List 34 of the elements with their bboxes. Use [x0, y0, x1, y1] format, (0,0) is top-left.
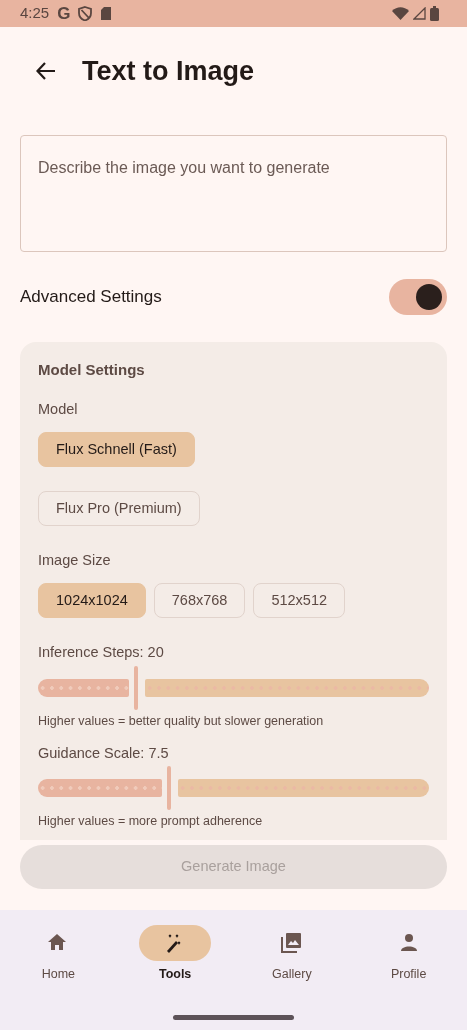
gallery-icon — [280, 932, 303, 954]
model-chip[interactable]: Flux Pro (Premium) — [38, 491, 200, 527]
field-label: Image Size — [38, 551, 112, 571]
slider[interactable] — [38, 766, 429, 811]
slider-thumb[interactable] — [167, 766, 171, 811]
settings-label: Advanced Settings — [20, 286, 162, 309]
model-chip[interactable]: Flux Schnell (Fast) — [38, 432, 195, 468]
nav-item[interactable]: Home — [0, 925, 117, 1030]
home-indicator[interactable] — [173, 1015, 294, 1020]
field-label: Model — [38, 399, 79, 419]
size-chip[interactable]: 1024x1024 — [38, 583, 146, 618]
slider-hint: Higher values = more prompt adherence — [38, 813, 264, 831]
section-title: Model Settings — [38, 360, 146, 380]
page-title: Text to Image — [82, 54, 255, 88]
toggle-switch[interactable] — [389, 279, 447, 315]
status-time: 4:25 — [20, 3, 50, 24]
slider-label: Inference Steps: 20 — [38, 643, 165, 662]
nav-item[interactable]: Gallery — [233, 925, 351, 1030]
size-chip[interactable]: 768x768 — [153, 583, 246, 618]
carrier-text: G — [57, 2, 71, 25]
shield-icon — [78, 6, 93, 21]
back-arrow-icon[interactable] — [36, 62, 56, 80]
nav-item[interactable]: Tools — [116, 925, 234, 1030]
prompt-field[interactable]: Describe the image you want to generate — [20, 135, 447, 252]
battery-icon — [430, 6, 439, 21]
signal-icon — [413, 7, 426, 20]
slider-thumb[interactable] — [133, 665, 138, 710]
slider-hint: Higher values = better quality but slower generation — [38, 712, 325, 730]
wifi-icon — [392, 7, 409, 20]
sd-card-icon — [100, 6, 113, 21]
slider-label: Guidance Scale: 7.5 — [38, 743, 170, 763]
size-chip[interactable]: 512x512 — [253, 583, 346, 618]
nav-item[interactable]: Profile — [350, 925, 467, 1030]
slider[interactable] — [38, 665, 429, 710]
